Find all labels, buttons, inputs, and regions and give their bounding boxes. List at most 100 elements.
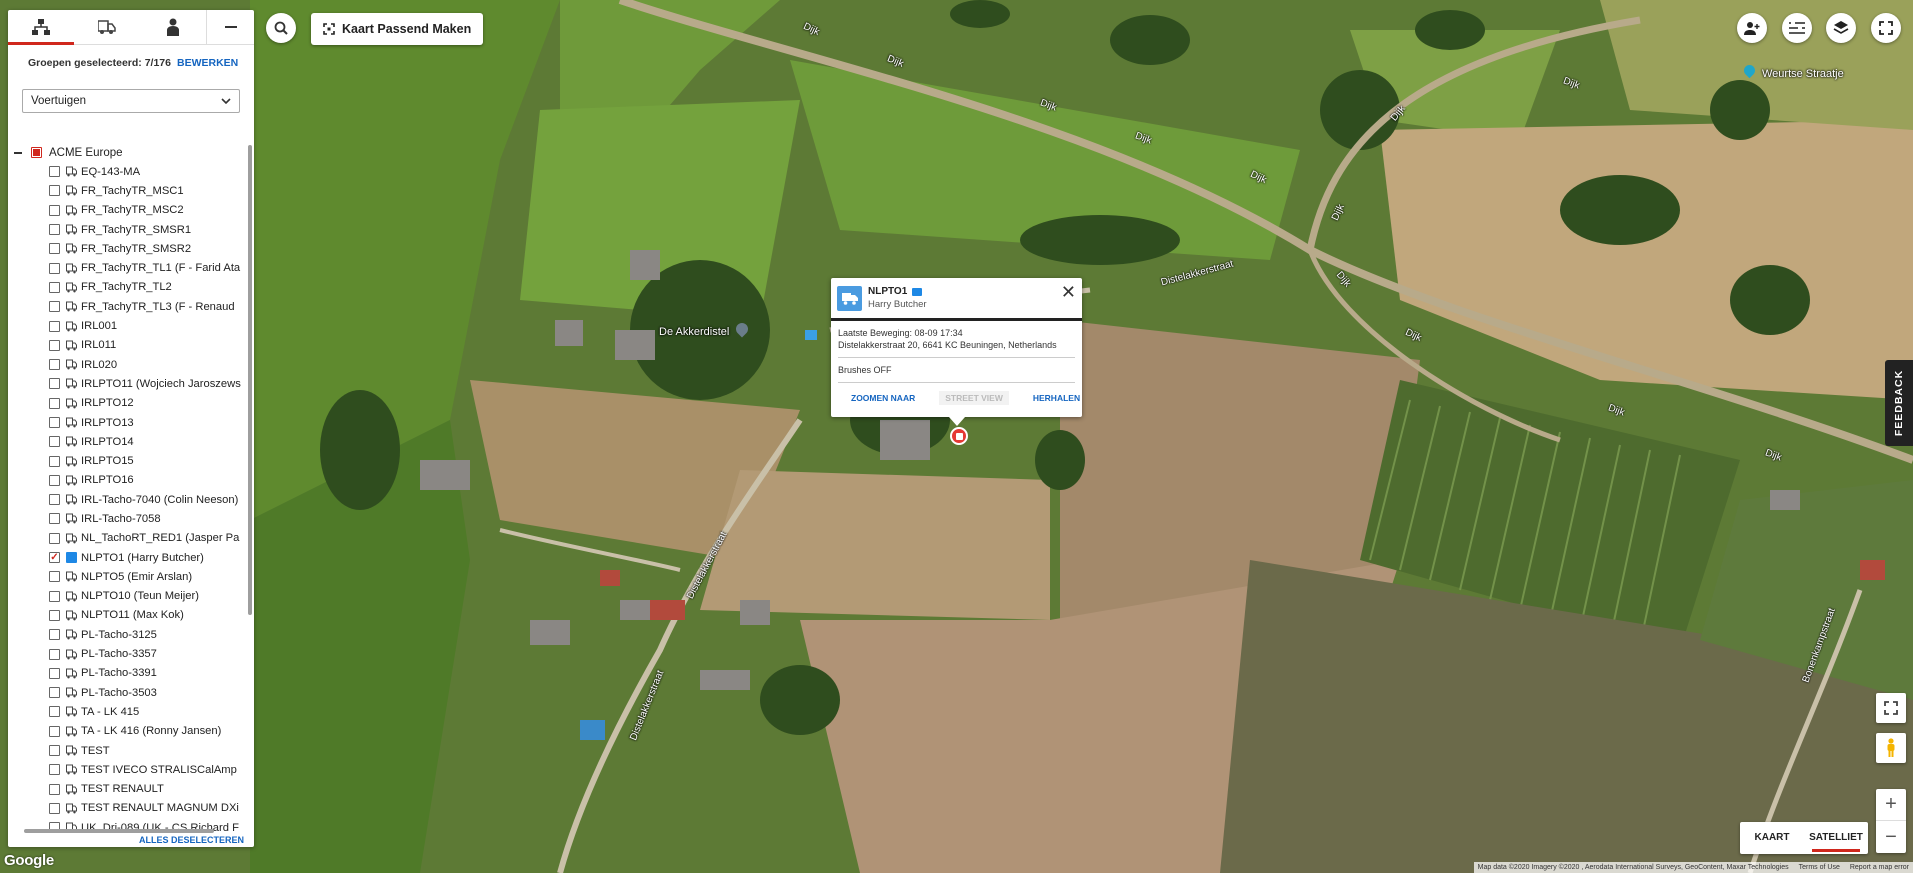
vehicle-row[interactable]: PL-Tacho-3391	[8, 664, 244, 683]
vehicle-checkbox[interactable]	[49, 417, 60, 428]
tree-root[interactable]: ACME Europe	[8, 143, 244, 162]
tree-scrollbar[interactable]	[248, 145, 252, 615]
vehicle-checkbox[interactable]	[49, 166, 60, 178]
vehicle-checkbox[interactable]	[49, 513, 60, 525]
vehicle-row[interactable]: TEST	[8, 741, 244, 760]
edit-groups-link[interactable]: BEWERKEN	[177, 57, 238, 69]
feedback-tab[interactable]: FEEDBACK	[1885, 360, 1913, 446]
vehicle-row[interactable]: IRLPTO11 (Wojciech Jaroszews	[8, 374, 244, 393]
vehicle-checkbox[interactable]	[49, 571, 60, 583]
vehicle-row[interactable]: IRL001	[8, 316, 244, 335]
tab-drivers[interactable]	[140, 10, 206, 44]
vehicle-row[interactable]: IRLPTO14	[8, 432, 244, 451]
vehicle-checkbox[interactable]	[49, 687, 60, 699]
tab-hierarchy[interactable]	[8, 10, 74, 45]
vehicle-checkbox[interactable]	[49, 281, 60, 293]
vehicle-row[interactable]: IRLPTO13	[8, 413, 244, 432]
vehicle-checkbox[interactable]	[49, 648, 60, 660]
search-button[interactable]	[266, 13, 296, 43]
vehicle-checkbox[interactable]	[49, 706, 60, 718]
vehicle-row[interactable]: FR_TachyTR_SMSR1	[8, 220, 244, 239]
layers-button[interactable]	[1826, 13, 1856, 43]
collapse-panel-button[interactable]	[206, 10, 254, 44]
vehicle-row[interactable]: TEST IVECO STRALISCalAmp	[8, 760, 244, 779]
vehicle-row[interactable]: TEST RENAULT	[8, 780, 244, 799]
vehicle-checkbox[interactable]	[49, 359, 60, 371]
vehicle-row[interactable]: FR_TachyTR_TL2	[8, 278, 244, 297]
map-type-satellite[interactable]: SATELLIET	[1804, 822, 1868, 854]
poi-label-weurtse[interactable]: Weurtse Straatje	[1762, 68, 1844, 80]
report-error-link[interactable]: Report a map error	[1850, 864, 1909, 871]
vehicle-row[interactable]: FR_TachyTR_SMSR2	[8, 239, 244, 258]
vehicle-row[interactable]: FR_TachyTR_MSC1	[8, 181, 244, 200]
vehicle-row[interactable]: EQ-143-MA	[8, 162, 244, 181]
vehicle-checkbox[interactable]	[49, 474, 60, 486]
collapse-icon[interactable]	[14, 151, 22, 154]
deselect-all-link[interactable]: ALLES DESELECTEREN	[139, 835, 244, 845]
vehicle-checkbox[interactable]	[49, 609, 60, 621]
tree-horizontal-scrollbar[interactable]	[24, 829, 214, 833]
vehicle-checkbox[interactable]	[49, 339, 60, 351]
vehicle-checkbox[interactable]	[49, 725, 60, 737]
vehicle-checkbox[interactable]	[49, 745, 60, 757]
vehicle-checkbox[interactable]	[49, 320, 60, 332]
vehicle-checkbox[interactable]	[49, 629, 60, 641]
vehicle-row[interactable]: NLPTO5 (Emir Arslan)	[8, 567, 244, 586]
vehicle-checkbox[interactable]	[49, 667, 60, 679]
vehicle-row[interactable]: PL-Tacho-3357	[8, 644, 244, 663]
vehicle-row[interactable]: IRLPTO15	[8, 451, 244, 470]
vehicle-row[interactable]: FR_TachyTR_TL3 (F - Renaud	[8, 297, 244, 316]
fullscreen-button[interactable]	[1871, 13, 1901, 43]
vehicle-row[interactable]: TEST RENAULT MAGNUM DXi	[8, 799, 244, 818]
vehicle-checkbox[interactable]	[49, 243, 60, 255]
vehicle-row[interactable]: FR_TachyTR_MSC2	[8, 201, 244, 220]
vehicle-checkbox[interactable]	[49, 802, 60, 814]
vehicle-row[interactable]: NLPTO10 (Teun Meijer)	[8, 587, 244, 606]
zoom-out-button[interactable]: −	[1876, 821, 1906, 853]
vehicle-row[interactable]: PL-Tacho-3503	[8, 683, 244, 702]
vehicle-checkbox[interactable]	[49, 764, 60, 776]
vehicle-row[interactable]: NLPTO11 (Max Kok)	[8, 606, 244, 625]
poi-label-akkerdistel[interactable]: De Akkerdistel	[659, 326, 729, 338]
vehicle-row[interactable]: IRL011	[8, 336, 244, 355]
zoom-to-button[interactable]: ZOOMEN NAAR	[851, 393, 915, 405]
vehicle-tree[interactable]: ACME Europe EQ-143-MA FR_TachyTR_MSC1 FR_T…	[8, 143, 244, 833]
close-icon[interactable]: ✕	[1061, 283, 1076, 301]
vehicle-checkbox[interactable]	[49, 455, 60, 467]
root-checkbox[interactable]	[31, 147, 42, 158]
repeat-button[interactable]: HERHALEN	[1033, 393, 1080, 405]
vehicle-checkbox[interactable]	[49, 436, 60, 448]
street-view-pegman[interactable]	[1876, 733, 1906, 763]
vehicle-checkbox[interactable]	[49, 397, 60, 409]
map-fullscreen-button[interactable]	[1876, 693, 1906, 723]
vehicle-checkbox[interactable]	[49, 204, 60, 216]
vehicle-checkbox[interactable]	[49, 224, 60, 236]
vehicle-checkbox[interactable]	[49, 590, 60, 602]
vehicle-row[interactable]: NLPTO1 (Harry Butcher)	[8, 548, 244, 567]
vehicle-row[interactable]: IRL-Tacho-7040 (Colin Neeson)	[8, 490, 244, 509]
vehicle-row[interactable]: IRL-Tacho-7058	[8, 509, 244, 528]
vehicle-row[interactable]: TA - LK 415	[8, 702, 244, 721]
list-filter-button[interactable]	[1782, 13, 1812, 43]
vehicle-row[interactable]: FR_TachyTR_TL1 (F - Farid Ata	[8, 258, 244, 277]
terms-link[interactable]: Terms of Use	[1799, 864, 1840, 871]
vehicle-checkbox[interactable]	[49, 494, 60, 506]
map-type-map[interactable]: KAART	[1740, 822, 1804, 854]
vehicle-row[interactable]: IRLPTO12	[8, 394, 244, 413]
vehicle-row[interactable]: NL_TachoRT_RED1 (Jasper Pa	[8, 529, 244, 548]
fit-map-button[interactable]: Kaart Passend Maken	[311, 13, 484, 45]
vehicle-row[interactable]: IRL020	[8, 355, 244, 374]
vehicle-checkbox[interactable]	[49, 262, 60, 274]
vehicle-row[interactable]: TA - LK 416 (Ronny Jansen)	[8, 722, 244, 741]
drivers-button[interactable]	[1737, 13, 1767, 43]
vehicle-checkbox[interactable]	[49, 532, 60, 544]
vehicle-marker[interactable]	[950, 427, 968, 445]
tab-vehicles[interactable]	[74, 10, 140, 44]
vehicle-checkbox[interactable]	[49, 301, 60, 313]
vehicle-row[interactable]: IRLPTO16	[8, 471, 244, 490]
zoom-in-button[interactable]: +	[1876, 789, 1906, 821]
vehicle-checkbox[interactable]	[49, 378, 60, 390]
vehicle-row[interactable]: PL-Tacho-3125	[8, 625, 244, 644]
vehicle-checkbox[interactable]	[49, 185, 60, 197]
vehicle-checkbox[interactable]	[49, 552, 60, 564]
